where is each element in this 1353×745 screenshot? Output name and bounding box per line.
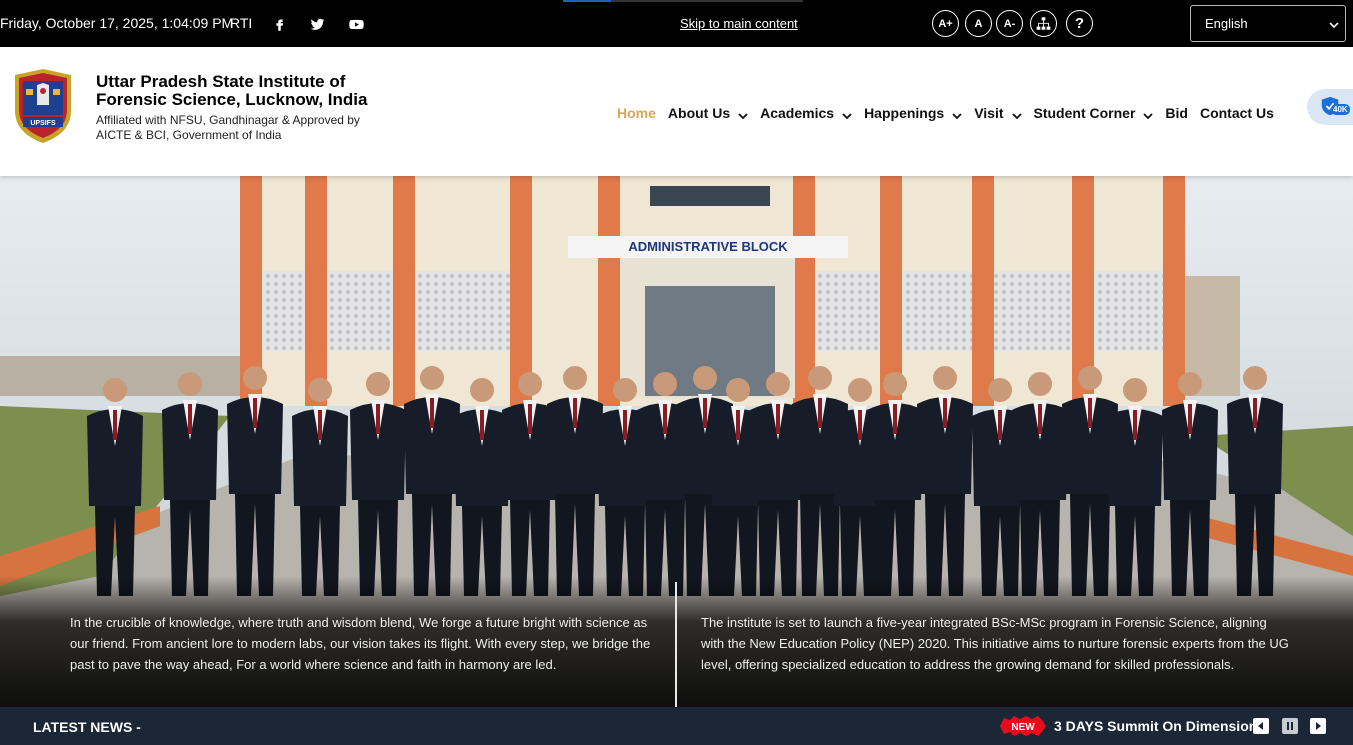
chevron-down-icon — [952, 108, 962, 120]
chevron-down-icon — [1329, 18, 1339, 29]
font-decrease-button[interactable]: A- — [996, 10, 1023, 37]
help-button[interactable]: ? — [1066, 10, 1093, 37]
nav-item-happenings[interactable]: Happenings — [864, 105, 962, 121]
main-nav: Home About Us Academics Happenings Visit Stud… — [617, 105, 1286, 121]
news-next-button[interactable] — [1310, 718, 1326, 734]
skip-to-main-link[interactable]: Skip to main content — [680, 16, 798, 31]
institute-name[interactable]: Uttar Pradesh State Institute of Forensi… — [96, 73, 386, 109]
latest-news-bar: LATEST NEWS - NEW 3 DAYS Summit On Dimen… — [0, 707, 1353, 745]
nav-item-student-corner[interactable]: Student Corner — [1034, 105, 1154, 121]
site-header: UPSIFS Uttar Pradesh State Institute of … — [0, 47, 1353, 176]
hero-caption-right: The institute is set to launch a five-ye… — [701, 615, 1289, 672]
nav-item-academics[interactable]: Academics — [760, 105, 852, 121]
institute-affiliation: Affiliated with NFSU, Gandhinagar & Appr… — [96, 113, 360, 142]
nav-item-label: Academics — [760, 105, 835, 121]
chevron-down-icon — [1143, 108, 1154, 120]
twitter-icon[interactable] — [308, 15, 326, 33]
facebook-icon[interactable] — [270, 15, 288, 33]
sitemap-icon — [1036, 17, 1051, 30]
nav-item-about-us[interactable]: About Us — [668, 105, 748, 121]
nav-item-label: Bid — [1165, 105, 1188, 121]
nav-item-label: Student Corner — [1033, 105, 1136, 121]
chevron-down-icon — [842, 108, 852, 120]
chevron-left-icon — [1258, 722, 1263, 730]
news-prev-button[interactable] — [1253, 718, 1269, 734]
nav-item-label: Home — [617, 105, 656, 121]
nav-item-visit[interactable]: Visit — [974, 105, 1022, 121]
current-datetime: Friday, October 17, 2025, 1:04:09 PM — [0, 15, 234, 31]
font-increase-button[interactable]: A+ — [932, 10, 959, 37]
pause-icon — [1287, 722, 1293, 730]
widget-count-badge: 40K — [1331, 104, 1350, 115]
top-bar: Friday, October 17, 2025, 1:04:09 PM RTI… — [0, 0, 1353, 47]
language-selected: English — [1205, 16, 1248, 31]
hero-caption-left: In the crucible of knowledge, where trut… — [70, 615, 651, 672]
nav-item-bid[interactable]: Bid — [1165, 105, 1188, 121]
nav-item-contact-us[interactable]: Contact Us — [1200, 105, 1274, 121]
institute-logo[interactable]: UPSIFS — [9, 65, 77, 147]
nav-item-label: About Us — [667, 105, 731, 121]
rti-link[interactable]: RTI — [230, 15, 252, 31]
latest-news-label: LATEST NEWS - — [33, 719, 141, 735]
accessibility-widget[interactable]: 40K — [1307, 89, 1353, 125]
news-pause-button[interactable] — [1282, 718, 1298, 734]
nav-item-label: Happenings — [864, 105, 945, 121]
nav-item-label: Contact Us — [1199, 105, 1274, 121]
nav-item-home[interactable]: Home — [617, 105, 656, 121]
caption-divider — [675, 582, 677, 707]
new-badge-text: NEW — [1011, 722, 1035, 733]
language-select[interactable]: English — [1190, 5, 1346, 42]
hero-banner: ADMINISTRATIVE BLOCK In the crucible of … — [0, 176, 1353, 707]
logo-text: UPSIFS — [30, 120, 56, 127]
chevron-down-icon — [738, 108, 748, 120]
chevron-right-icon — [1316, 722, 1321, 730]
youtube-icon[interactable] — [347, 15, 365, 33]
sitemap-button[interactable] — [1030, 10, 1057, 37]
news-headline-link[interactable]: 3 DAYS Summit On Dimension — [1054, 718, 1257, 734]
building-sign: ADMINISTRATIVE BLOCK — [628, 239, 788, 254]
font-normal-button[interactable]: A — [965, 10, 992, 37]
page-load-progress — [563, 0, 803, 2]
new-badge: NEW — [1000, 716, 1046, 736]
chevron-down-icon — [1011, 108, 1022, 120]
nav-item-label: Visit — [974, 105, 1004, 121]
